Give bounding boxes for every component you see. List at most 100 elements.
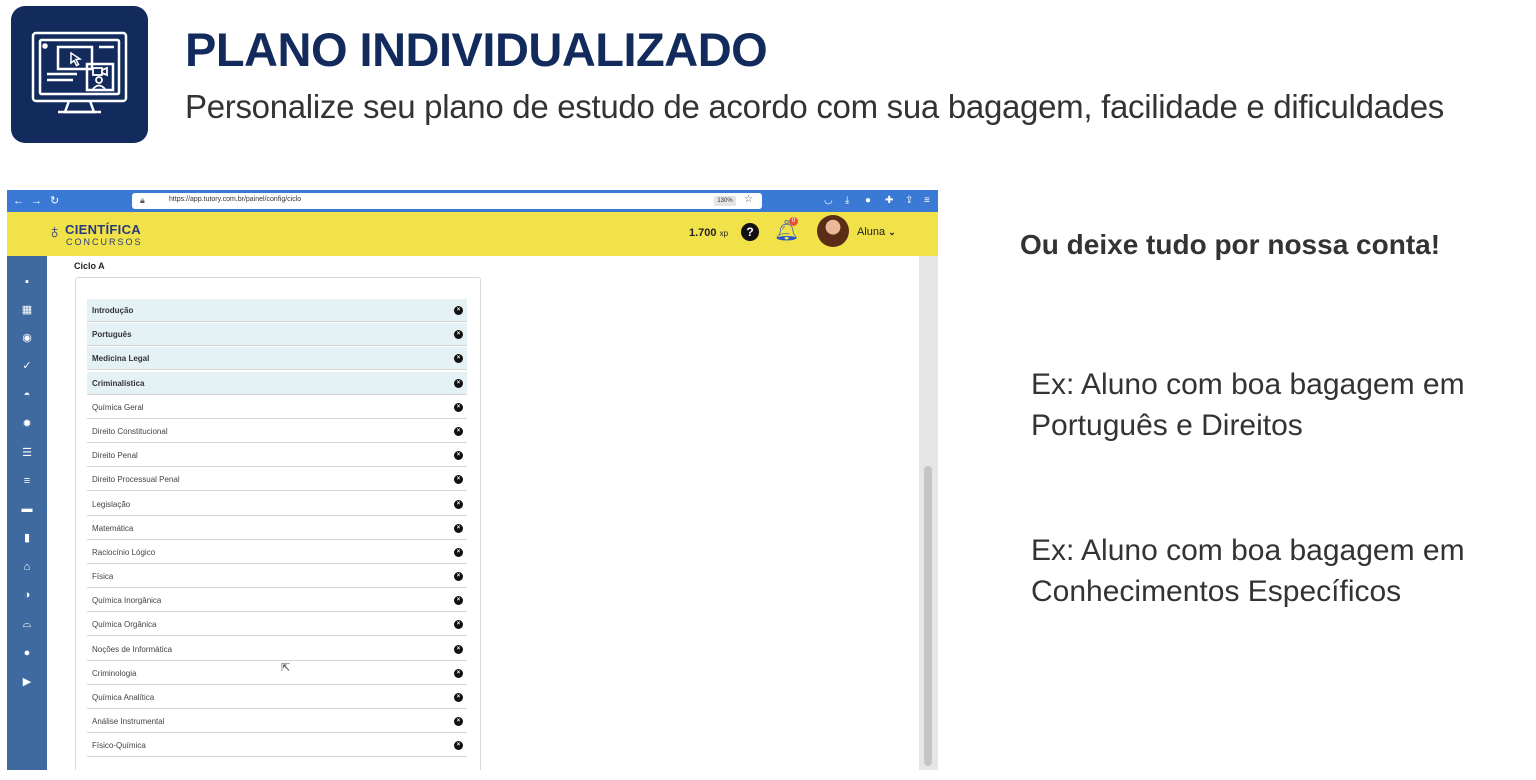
notification-badge: 0 [789,217,798,226]
remove-subject-icon[interactable]: × [454,668,463,678]
remove-subject-icon[interactable]: × [454,717,463,727]
extension-icon[interactable]: ● [865,194,871,208]
subject-list: Introdução × Português × Medicina Legal × Crim… [87,299,467,759]
subject-row[interactable]: Direito Penal × [87,444,467,468]
menu-icon[interactable]: ≡ [924,194,930,208]
list-ordered-icon[interactable]: ☰ [7,446,47,460]
subject-label: Legislação [92,499,131,509]
subject-label: Português [92,330,132,340]
subject-row[interactable]: Análise Instrumental × [87,710,467,734]
reload-icon[interactable]: ↻ [50,194,59,208]
calendar-grid-icon[interactable]: ▦ [7,303,47,317]
subject-label: Introdução [92,306,134,315]
scroll-thumb[interactable] [924,466,932,766]
remove-subject-icon[interactable]: × [454,306,463,315]
document-icon[interactable]: ▮ [7,531,47,545]
help-icon[interactable]: ? [741,223,759,241]
xp-counter: 1.700 xp [689,227,729,239]
zoom-badge[interactable]: 130% [714,196,736,206]
book-icon[interactable]: ▬ [7,502,47,516]
computer-monitor-icon [11,6,148,143]
page-subtitle: Personalize seu plano de estudo de acord… [185,88,1444,125]
remove-subject-icon[interactable]: × [454,451,463,461]
remove-subject-icon[interactable]: × [454,572,463,582]
calendar-icon[interactable]: ▪ [7,275,47,289]
subject-row[interactable]: Introdução × [87,299,467,322]
pocket-icon[interactable]: ◡ [824,194,833,208]
url-text: https://app.tutory.com.br/painel/config/… [169,196,302,203]
subject-row[interactable]: Criminologia × [87,662,467,685]
subject-row[interactable]: Legislação × [87,493,467,516]
subject-panel: Introdução × Português × Medicina Legal × Crim… [75,277,481,770]
example-1-line-2: Português e Direitos [1031,409,1303,442]
gear-icon[interactable]: ✹ [7,417,47,431]
remove-subject-icon[interactable]: × [454,354,463,364]
download-icon[interactable]: ⤓ [845,194,849,208]
subject-label: Físico-Química [92,741,146,751]
share-icon[interactable]: ⇪ [905,194,913,208]
subject-row[interactable]: Criminalística × [87,371,467,395]
subject-row[interactable]: Química Geral × [87,396,467,419]
subject-row[interactable]: Noções de Informática × [87,638,467,661]
subject-label: Química Inorgânica [92,596,162,606]
remove-subject-icon[interactable]: × [454,499,463,509]
target-icon[interactable]: ◉ [7,331,47,345]
align-center-icon[interactable]: ≡ [7,474,47,488]
remove-subject-icon[interactable]: × [454,426,463,436]
remove-subject-icon[interactable]: × [454,596,463,606]
mouse-cursor-icon: ⇱ [281,662,291,674]
subject-label: Direito Constitucional [92,426,168,436]
sidebar: ▪ ▦ ◉ ✓ ◓ ✹ ☰ ≡ ▬ ▮ ⌂ ◑ ⌓ ● ▶ [7,256,47,770]
subject-label: Criminalística [92,378,145,388]
subject-row[interactable]: Direito Constitucional × [87,420,467,443]
subject-row[interactable]: Físico-Química × [87,734,467,758]
scrollbar[interactable] [919,256,938,770]
subject-row[interactable]: Medicina Legal × [87,347,467,371]
subject-label: Direito Penal [92,451,138,461]
remove-subject-icon[interactable]: × [454,644,463,654]
subject-label: Química Analítica [92,693,155,702]
page-title: PLANO INDIVIDUALIZADO [185,23,768,76]
remove-subject-icon[interactable]: × [454,741,463,751]
address-bar[interactable]: 🔒︎ https://app.tutory.com.br/painel/conf… [132,193,762,209]
subject-row[interactable]: Química Orgânica × [87,613,467,637]
remove-subject-icon[interactable]: × [454,330,463,340]
subject-row[interactable]: Química Analítica × [87,686,467,709]
gauge-icon[interactable]: ◓ [7,388,47,402]
bookmark-star-icon[interactable]: ☆ [744,194,753,205]
user-menu[interactable]: Aluna ⌄ [857,226,896,238]
remove-subject-icon[interactable]: × [454,475,463,485]
bank-icon[interactable]: ⌂ [7,560,47,574]
chat-icon[interactable]: ● [7,646,47,660]
addon-icon[interactable]: ✚ [885,194,893,208]
brand-logo[interactable]: ♁ CIENTÍFICA CONCURSOS [47,220,167,250]
back-icon[interactable]: ← [13,194,24,208]
play-icon[interactable]: ▶ [7,675,47,689]
remove-subject-icon[interactable]: × [454,378,463,388]
forward-icon[interactable]: → [31,194,42,208]
example-2-line-1: Ex: Aluno com boa bagagem em [1031,534,1465,567]
lightbulb-icon: ♁ [47,221,62,243]
subject-label: Raciocínio Lógico [92,547,156,557]
remove-subject-icon[interactable]: × [454,693,463,702]
inbox-icon[interactable]: ⌓ [7,617,47,631]
example-2-line-2: Conhecimentos Específicos [1031,575,1402,608]
subject-row[interactable]: Português × [87,323,467,347]
check-icon[interactable]: ✓ [7,359,47,373]
browser-toolbar: ← → ↻ 🔒︎ https://app.tutory.com.br/paine… [7,190,938,212]
subject-label: Direito Processual Penal [92,475,180,485]
subject-row[interactable]: Matemática × [87,517,467,540]
pie-chart-icon[interactable]: ◑ [7,588,47,602]
remove-subject-icon[interactable]: × [454,402,463,412]
remove-subject-icon[interactable]: × [454,620,463,630]
remove-subject-icon[interactable]: × [454,547,463,557]
remove-subject-icon[interactable]: × [454,523,463,533]
subject-row[interactable]: Direito Processual Penal × [87,468,467,492]
subject-row[interactable]: Raciocínio Lógico × [87,541,467,564]
subject-row[interactable]: Química Inorgânica × [87,589,467,613]
avatar[interactable] [817,215,849,247]
example-1-line-1: Ex: Aluno com boa bagagem em [1031,368,1465,401]
main-content: Ciclo A Introdução × Português × Medicina Le… [47,256,919,770]
right-heading: Ou deixe tudo por nossa conta! [1020,229,1441,260]
subject-row[interactable]: Física × [87,565,467,589]
